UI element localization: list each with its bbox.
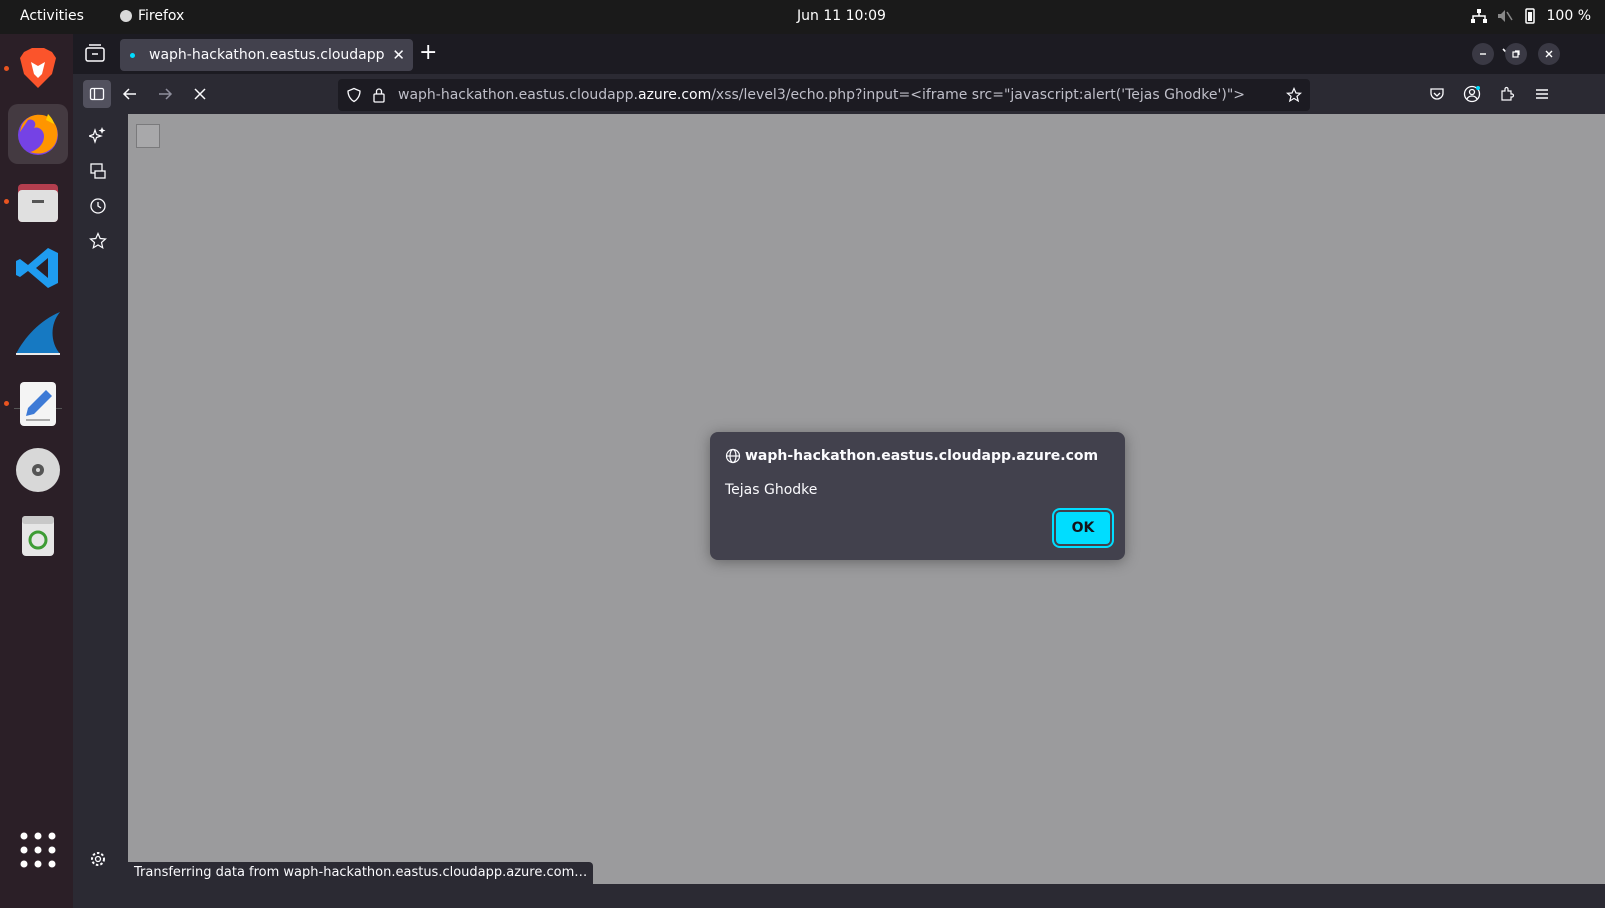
dialog-message: Tejas Ghodke [725,482,818,498]
tab-bar: waph-hackathon.eastus.cloudapp.azure.com… [73,34,1605,74]
sparkle-icon [87,127,106,144]
sidebar-settings-button[interactable] [89,850,111,872]
sidebar-icon [89,87,105,101]
firefox-view-icon [85,44,105,62]
minimize-button[interactable] [1472,43,1494,65]
alert-dialog: waph-hackathon.eastus.cloudapp.azure.com… [710,432,1125,560]
sidebar-history-button[interactable] [89,197,111,219]
restore-icon [1512,50,1520,58]
firefox-small-icon [120,10,132,22]
text-editor-launcher[interactable] [14,380,62,428]
running-indicator [4,199,9,204]
bookmark-star-icon[interactable] [1286,87,1302,103]
firefox-window: waph-hackathon.eastus.cloudapp.azure.com… [73,34,1605,908]
navigation-toolbar: waph-hackathon.eastus.cloudapp.azure.com… [73,74,1605,114]
back-arrow-icon [122,88,136,100]
synced-tabs-icon [90,163,106,179]
status-panel: Transferring data from waph-hackathon.ea… [128,862,594,884]
battery-percentage: 100 % [1546,8,1591,24]
clock-icon [90,198,106,214]
dock [0,34,73,908]
gear-icon [91,852,105,866]
brave-browser-launcher[interactable] [14,44,62,92]
firefox-view-button[interactable] [83,42,107,66]
firefox-icon [18,114,58,155]
lock-icon[interactable] [372,87,386,103]
pocket-button[interactable] [1425,82,1449,106]
running-indicator [4,66,9,71]
firefox-launcher[interactable] [8,104,68,164]
text-editor-icon [20,382,56,426]
forward-arrow-icon [159,88,173,100]
close-window-button[interactable] [1538,43,1560,65]
folder-icon [18,184,58,222]
minimize-icon [1480,53,1486,55]
tab-title: waph-hackathon.eastus.cloudapp.azure.com [149,47,384,63]
close-icon [1545,50,1553,58]
maximize-button[interactable] [1505,43,1527,65]
sidebar-ai-button[interactable] [87,126,111,148]
system-tray[interactable]: 100 % [1470,8,1591,24]
activities-button[interactable]: Activities [20,8,84,24]
star-icon [89,232,107,250]
tab-close-icon[interactable]: ✕ [392,46,405,64]
disc-launcher[interactable] [14,446,62,494]
sidebar-synced-tabs-button[interactable] [89,162,111,184]
system-top-bar: Activities Firefox Jun 11 10:09 100 % [0,0,1605,34]
new-tab-button[interactable]: + [419,40,437,65]
files-launcher[interactable] [14,178,62,226]
wireshark-fin-icon [16,312,60,355]
dialog-origin: waph-hackathon.eastus.cloudapp.azure.com [745,448,1099,464]
app-menu-label: Firefox [138,8,185,24]
trash-launcher[interactable] [14,512,62,560]
tab-loading-icon [130,53,135,58]
app-grid-icon [20,832,56,868]
page-content: waph-hackathon.eastus.cloudapp.azure.com… [128,114,1605,908]
account-icon [1463,85,1481,103]
shield-icon[interactable] [346,87,362,103]
account-button[interactable] [1460,82,1484,106]
forward-button[interactable] [153,82,177,106]
clock[interactable]: Jun 11 10:09 [797,8,886,24]
battery-icon [1524,8,1535,24]
wireshark-launcher[interactable] [14,310,62,358]
vscode-launcher[interactable] [14,244,62,292]
puzzle-icon [1501,86,1515,101]
network-icon [1470,9,1487,23]
stop-icon [194,88,206,100]
disc-icon [16,448,60,492]
stop-loading-button[interactable] [188,82,212,106]
url-text: waph-hackathon.eastus.cloudapp.azure.com… [398,87,1278,103]
browser-sidebar [73,114,128,908]
volume-muted-icon [1497,10,1513,22]
sidebar-bookmarks-button[interactable] [89,232,111,254]
ok-button[interactable]: OK [1056,512,1110,544]
running-indicator [4,401,9,406]
globe-icon [725,448,741,464]
extensions-button[interactable] [1495,82,1519,106]
vscode-icon [16,248,58,288]
back-button[interactable] [118,82,142,106]
url-prefix: waph-hackathon.eastus.cloudapp. [398,87,638,103]
pocket-icon [1430,88,1444,100]
url-suffix: /xss/level3/echo.php?input=<iframe src="… [711,87,1245,103]
application-menu-button[interactable] [1530,82,1554,106]
window-bottom-edge [73,884,1605,908]
app-menu[interactable]: Firefox [120,8,184,24]
url-bar[interactable]: waph-hackathon.eastus.cloudapp.azure.com… [338,79,1310,111]
brave-lion-icon [20,48,56,88]
show-apps-button[interactable] [14,826,62,874]
hamburger-icon [1536,89,1548,99]
sidebar-toggle-button[interactable] [83,80,111,108]
broken-image-icon [136,124,160,148]
url-domain: azure.com [638,87,712,103]
tab-active[interactable]: waph-hackathon.eastus.cloudapp.azure.com… [120,39,413,71]
trash-icon [22,516,54,556]
